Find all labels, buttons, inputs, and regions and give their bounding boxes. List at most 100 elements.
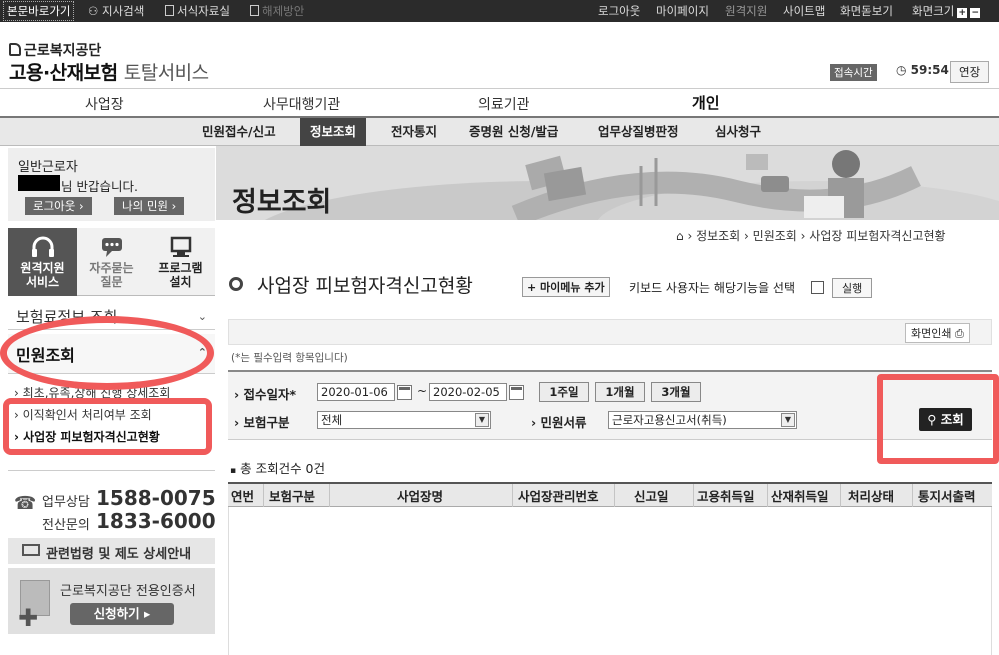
dropdown-arrow-icon: ▼ — [781, 413, 795, 427]
highlight-ring-civil-menu — [0, 316, 214, 390]
service-title: 고용·산재보험 토탈서비스 — [9, 62, 209, 84]
call2-label: 전산문의 — [42, 518, 90, 533]
add-my-menu-button[interactable]: + 마이메뉴 추가 — [522, 277, 610, 297]
certificate-text: 근로복지공단 전용인증서 — [60, 584, 196, 599]
print-screen-button[interactable]: 화면인쇄 ⎙ — [905, 323, 970, 343]
total-count: ▪ 총 조회건수 0건 — [230, 461, 325, 476]
calendar-icon[interactable] — [509, 385, 524, 400]
document-icon — [165, 5, 174, 16]
law-guide-text: 관련법령 및 제도 상세안내 — [46, 547, 192, 562]
play-circle-icon: ▸ — [144, 606, 151, 621]
page-title: 사업장 피보험자격신고현황 — [257, 275, 473, 297]
sub-nav: 민원접수/신고 정보조회 전자통지 증명원 신청/발급 업무상질병판정 심사청구 — [0, 118, 999, 146]
org-logo[interactable]: 근로복지공단 — [9, 40, 101, 60]
chat-bubble-icon — [101, 238, 122, 257]
insurance-type-select[interactable]: 전체 ▼ — [317, 411, 491, 429]
civil-doc-label: › 민원서류 — [531, 415, 587, 430]
subnav-disease-judgement[interactable]: 업무상질병판정 — [588, 118, 689, 146]
top-utility-bar: 본문바로가기 ⚇ 지사검색 서식자료실 해제방안 로그아웃 마이페이지 원격지원… — [0, 0, 999, 22]
skip-to-content-link[interactable]: 본문바로가기 — [3, 1, 75, 21]
zoom-in-icon[interactable]: + — [957, 8, 968, 18]
person-icon: ⚇ — [88, 4, 99, 18]
page-banner — [216, 146, 999, 220]
subnav-civil-filing[interactable]: 민원접수/신고 — [192, 118, 286, 146]
col-accident-date: 산재취득일 — [771, 489, 829, 504]
plus-icon: ✚ — [18, 604, 39, 632]
remote-support-link[interactable]: 원격지원 — [725, 3, 767, 19]
date-range-separator: ~ — [417, 384, 428, 398]
my-civil-button[interactable]: 나의 민원 › — [114, 197, 185, 215]
main-nav-agency[interactable]: 사무대행기관 — [263, 94, 340, 114]
print-bar — [228, 319, 992, 345]
col-insurance-type: 보험구분 — [269, 489, 316, 504]
col-no: 연번 — [231, 489, 255, 504]
breadcrumb: ⌂ › 정보조회 › 민원조회 › 사업장 피보험자격신고현황 — [676, 229, 946, 243]
page-heading: 정보조회 — [232, 187, 332, 218]
col-employment-date: 고용취득일 — [697, 489, 755, 504]
zoom-out-icon[interactable]: − — [970, 8, 981, 18]
col-business-number: 사업장관리번호 — [518, 489, 599, 504]
col-status: 처리상태 — [848, 489, 895, 504]
date-to-input[interactable]: 2020-02-05 — [429, 383, 507, 401]
tab-remote-support[interactable]: 원격지원 서비스 — [8, 228, 77, 296]
extend-session-button[interactable]: 연장 — [950, 61, 990, 83]
home-icon[interactable]: ⌂ — [676, 229, 684, 243]
highlight-box-sub-items — [3, 398, 212, 455]
date-field-label: › 접수일자* — [234, 387, 297, 402]
dropdown-arrow-icon: ▼ — [475, 413, 489, 427]
tab-program-install[interactable]: 프로그램 설치 — [146, 228, 215, 296]
subnav-info-inquiry[interactable]: 정보조회 — [300, 118, 367, 146]
tab-faq[interactable]: 자주묻는 질문 — [77, 228, 146, 296]
forms-room-link[interactable]: 서식자료실 — [165, 3, 230, 19]
user-name-redacted — [18, 175, 60, 191]
col-report-date: 신고일 — [634, 489, 669, 504]
sitemap-link[interactable]: 사이트맵 — [783, 3, 825, 19]
session-time-badge: 접속시간 — [830, 64, 877, 81]
subnav-e-notice[interactable]: 전자통지 — [381, 118, 447, 146]
call2-number: 1833-6000 — [96, 509, 216, 533]
screen-size-control: 화면크기 + − — [912, 4, 981, 18]
chevron-down-icon: ⌄ — [197, 310, 207, 323]
main-nav-business[interactable]: 사업장 — [85, 94, 124, 114]
session-timer: ◷ 59:54 — [896, 63, 949, 77]
law-book-icon — [22, 544, 40, 556]
keyboard-mode-checkbox[interactable] — [811, 281, 824, 294]
date-from-input[interactable]: 2020-01-06 — [317, 383, 395, 401]
dim-menu-link[interactable]: 해제방안 — [250, 3, 304, 19]
monitor-icon — [170, 236, 191, 257]
phone-icon: ☎ — [14, 493, 37, 514]
arrow-right-icon: › — [171, 199, 177, 213]
civil-doc-select[interactable]: 근로자고용신고서(취득) ▼ — [608, 411, 797, 429]
insurance-type-label: › 보험구분 — [234, 415, 290, 430]
call1-label: 업무상담 — [42, 495, 90, 510]
sidebar-logout-button[interactable]: 로그아웃 › — [25, 197, 92, 215]
logout-link[interactable]: 로그아웃 — [598, 3, 640, 19]
subnav-certificates[interactable]: 증명원 신청/발급 — [459, 118, 568, 146]
main-nav: 사업장 사무대행기관 의료기관 개인 — [0, 88, 999, 118]
range-1week-button[interactable]: 1주일 — [539, 382, 589, 402]
arrow-right-icon: › — [78, 199, 84, 213]
screen-zoom-link[interactable]: 화면돋보기 — [840, 3, 893, 19]
range-1month-button[interactable]: 1개월 — [595, 382, 645, 402]
main-nav-personal[interactable]: 개인 — [692, 92, 720, 113]
document-icon — [250, 5, 259, 16]
printer-icon: ⎙ — [954, 327, 964, 340]
calendar-icon[interactable] — [397, 385, 412, 400]
certificate-apply-button[interactable]: 신청하기 ▸ — [70, 603, 174, 625]
subnav-review-request[interactable]: 심사청구 — [705, 118, 771, 146]
sidebar-divider — [8, 470, 215, 471]
greeting-text: 님 반갑습니다. — [61, 179, 138, 194]
required-fields-note: (*는 필수입력 항목입니다) — [231, 352, 348, 364]
mypage-link[interactable]: 마이페이지 — [656, 3, 709, 19]
main-nav-medical[interactable]: 의료기관 — [478, 94, 530, 114]
run-button[interactable]: 실행 — [832, 278, 873, 298]
clock-icon: ◷ — [896, 63, 907, 77]
col-business-name: 사업장명 — [397, 489, 444, 504]
org-logo-icon — [9, 43, 21, 56]
range-3month-button[interactable]: 3개월 — [651, 382, 701, 402]
title-bullet-icon — [229, 277, 243, 291]
keyboard-user-text: 키보드 사용자는 해당기능을 선택 — [629, 281, 796, 295]
results-table-body — [228, 507, 992, 655]
user-type-label: 일반근로자 — [18, 160, 78, 175]
branch-search-link[interactable]: ⚇ 지사검색 — [88, 3, 144, 19]
